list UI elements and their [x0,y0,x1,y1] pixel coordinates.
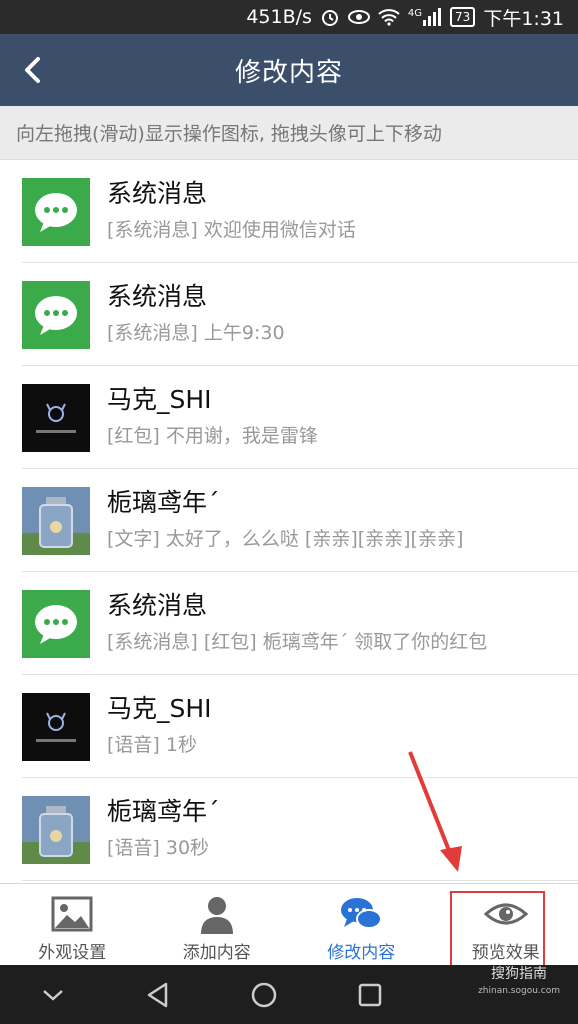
bottle-photo-avatar[interactable] [22,796,90,864]
dark-avatar[interactable] [22,693,90,761]
header: 修改内容 [0,34,578,106]
back-button[interactable] [18,54,50,86]
wechat-chat-icon[interactable] [22,178,90,246]
circle-home-icon [251,982,277,1007]
contact-name: 系统消息 [107,591,208,620]
message-preview: [系统消息] 上午9:30 [107,322,285,344]
list-item[interactable]: 系统消息 [系统消息] 上午9:30 [22,263,578,366]
chat-bubbles-icon [341,898,383,929]
eye-icon [483,903,528,925]
tab-appearance-settings[interactable]: 外观设置 [0,884,145,965]
hide-keyboard-button[interactable] [33,975,73,1015]
watermark-sub: zhinan.sogou.com [478,986,560,996]
message-preview: [红包] 不用谢，我是雷锋 [107,425,318,447]
status-bar: 451B/s 4G 73 下午1:31 [0,0,578,34]
wechat-chat-icon[interactable] [22,590,90,658]
message-preview: [语音] 30秒 [107,837,210,859]
signal-icon: 4G [408,8,442,26]
eye-comfort-icon [347,9,370,25]
contact-name: 马克_SHI [107,385,212,414]
list-item[interactable]: 马克_SHI [语音] 1秒 [22,675,578,778]
tab-label: 添加内容 [182,943,251,963]
contact-name: 马克_SHI [107,694,212,723]
hint-banner: 向左拖拽(滑动)显示操作图标, 拖拽头像可上下移动 [0,106,578,160]
wechat-chat-icon[interactable] [22,281,90,349]
message-preview: [文字] 太好了，么么哒 [亲亲][亲亲][亲亲] [107,528,464,550]
bottle-photo-avatar[interactable] [22,487,90,555]
tab-label: 修改内容 [327,943,396,963]
person-icon [200,897,233,934]
chevron-down-icon [42,989,63,1001]
nav-recents-button[interactable] [350,975,390,1015]
contact-name: 栀璃鸢年ˊ [107,797,220,826]
watermark: 搜狗指南 zhinan.sogou.com [478,966,560,1000]
tab-edit-content[interactable]: 修改内容 [289,884,434,965]
chevron-left-icon [25,57,40,83]
battery-level: 73 [455,10,471,24]
image-icon [51,896,93,932]
tab-preview[interactable]: 预览效果 [434,884,578,965]
contact-name: 栀璃鸢年ˊ [107,488,220,517]
network-speed: 451B/s [246,6,312,28]
wifi-icon [378,8,400,26]
alarm-icon [320,7,340,27]
nav-home-button[interactable] [244,975,284,1015]
watermark-main: 搜狗指南 [491,966,548,982]
message-preview: [系统消息] [红包] 栀璃鸢年ˊ 领取了你的红包 [107,631,488,653]
page-title: 修改内容 [234,57,343,88]
message-preview: [系统消息] 欢迎使用微信对话 [107,219,356,241]
list-item[interactable]: 马克_SHI [红包] 不用谢，我是雷锋 [22,366,578,469]
tab-label: 预览效果 [471,943,540,963]
tab-label: 外观设置 [38,943,107,963]
list-item[interactable]: 系统消息 [系统消息] [红包] 栀璃鸢年ˊ 领取了你的红包 [22,572,578,675]
contact-name: 系统消息 [107,282,208,311]
dark-avatar[interactable] [22,384,90,452]
list-item[interactable]: 栀璃鸢年ˊ [语音] 30秒 [22,778,578,881]
bottom-tab-bar: 外观设置 添加内容 修改内容 预览效果 [0,883,578,965]
battery-icon: 73 [450,7,476,27]
contact-name: 系统消息 [107,179,208,208]
nav-back-button[interactable] [138,975,178,1015]
message-list: 系统消息 [系统消息] 欢迎使用微信对话 系统消息 [系统消息] 上午9:30 … [0,160,578,881]
list-item[interactable]: 栀璃鸢年ˊ [文字] 太好了，么么哒 [亲亲][亲亲][亲亲] [22,469,578,572]
signal-label: 4G [407,8,423,19]
triangle-back-icon [148,982,168,1007]
message-preview: [语音] 1秒 [107,734,197,756]
tab-add-content[interactable]: 添加内容 [145,884,290,965]
square-recents-icon [358,983,381,1006]
list-item[interactable]: 系统消息 [系统消息] 欢迎使用微信对话 [22,160,578,263]
clock: 下午1:31 [483,7,564,30]
